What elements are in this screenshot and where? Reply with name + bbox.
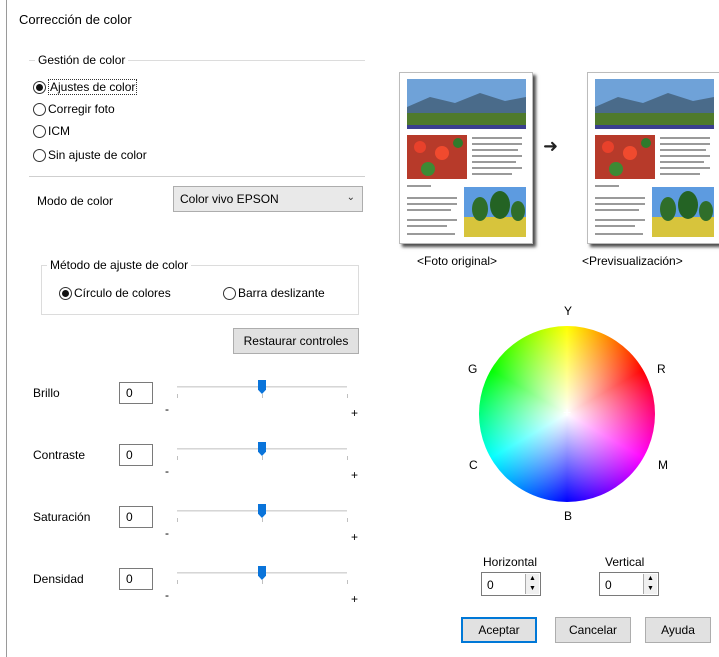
- slider-tick: [262, 580, 263, 584]
- wheel-label-g: G: [468, 362, 478, 376]
- slider-label: Brillo: [33, 386, 60, 400]
- original-photo-label: <Foto original>: [417, 254, 498, 268]
- slider-label: Densidad: [33, 572, 84, 586]
- vertical-label: Vertical: [605, 555, 645, 569]
- slider-tick: [347, 580, 348, 584]
- slider-min-label: -: [165, 402, 169, 416]
- slider-min-label: -: [165, 464, 169, 478]
- color-management-label: Gestión de color: [35, 53, 129, 67]
- radio-slide-bar[interactable]: Barra deslizante: [223, 284, 325, 302]
- slider-value-input[interactable]: 0: [119, 444, 153, 466]
- wheel-label-b: B: [564, 509, 573, 523]
- slider-tick: [177, 518, 178, 522]
- radio-dot: [59, 286, 72, 300]
- horizontal-spinner[interactable]: 0 ▲ ▼: [481, 572, 541, 596]
- slider-thumb[interactable]: [258, 566, 266, 580]
- arrow-right-icon: ➜: [543, 136, 559, 156]
- slider-max-label: +: [351, 530, 359, 544]
- slider-tick: [262, 518, 263, 522]
- radio-dot: [33, 124, 46, 138]
- slider-thumb[interactable]: [258, 504, 266, 518]
- radio-label: Círculo de colores: [74, 286, 171, 300]
- radio-color-circle[interactable]: Círculo de colores: [59, 284, 171, 302]
- slider-tick: [262, 394, 263, 398]
- slider-thumb[interactable]: [258, 442, 266, 456]
- adjust-method-label: Método de ajuste de color: [47, 258, 192, 272]
- slider-min-label: -: [165, 588, 169, 602]
- radio-label: Ajustes de color: [48, 79, 138, 95]
- wheel-label-c: C: [469, 458, 478, 472]
- slider-tick: [347, 456, 348, 460]
- slider-value-input[interactable]: 0: [119, 568, 153, 590]
- slider-tick: [177, 580, 178, 584]
- slider-max-label: +: [351, 468, 359, 482]
- radio-label: Corregir foto: [48, 102, 115, 116]
- accept-button[interactable]: Aceptar: [461, 617, 537, 643]
- color-mode-value: Color vivo EPSON: [180, 192, 279, 206]
- preview-label: <Previsualización>: [582, 254, 683, 268]
- spinner-arrows-icon[interactable]: ▲ ▼: [643, 574, 657, 594]
- vertical-value: 0: [605, 578, 612, 592]
- horizontal-value: 0: [487, 578, 494, 592]
- wheel-label-y: Y: [564, 304, 573, 318]
- radio-dot: [33, 80, 46, 94]
- slider-label: Contraste: [33, 448, 86, 462]
- wheel-label-r: R: [657, 362, 666, 376]
- help-button[interactable]: Ayuda: [645, 617, 711, 643]
- chevron-down-icon: ⌄: [346, 192, 355, 203]
- slider-value-input[interactable]: 0: [119, 506, 153, 528]
- cancel-button[interactable]: Cancelar: [555, 617, 631, 643]
- page-thumbnail: [407, 79, 526, 237]
- vertical-spinner[interactable]: 0 ▲ ▼: [599, 572, 659, 596]
- radio-label: Barra deslizante: [238, 286, 325, 300]
- page-thumbnail: [595, 79, 714, 237]
- slider-max-label: +: [351, 406, 359, 420]
- slider-tick: [347, 518, 348, 522]
- radio-no-color-adjust[interactable]: Sin ajuste de color: [33, 146, 147, 164]
- reset-controls-button[interactable]: Restaurar controles: [233, 328, 359, 354]
- radio-icm[interactable]: ICM: [33, 122, 70, 140]
- radio-dot: [33, 102, 46, 116]
- radio-label: Sin ajuste de color: [48, 148, 147, 162]
- radio-correct-photo[interactable]: Corregir foto: [33, 100, 115, 118]
- preview-thumbnail: [587, 72, 719, 244]
- slider-min-label: -: [165, 526, 169, 540]
- original-photo-preview: [399, 72, 533, 244]
- radio-label: ICM: [48, 124, 70, 138]
- slider-tick: [347, 394, 348, 398]
- slider-max-label: +: [351, 592, 359, 606]
- wheel-center-cross: +: [563, 404, 572, 420]
- divider: [29, 176, 365, 177]
- window-title: Corrección de color: [19, 12, 132, 27]
- spinner-arrows-icon[interactable]: ▲ ▼: [525, 574, 539, 594]
- color-mode-label: Modo de color: [37, 194, 114, 208]
- slider-value-input[interactable]: 0: [119, 382, 153, 404]
- radio-color-settings[interactable]: Ajustes de color: [33, 78, 138, 96]
- color-correction-dialog: Corrección de color Gestión de color Aju…: [6, 0, 719, 657]
- wheel-label-m: M: [658, 458, 668, 472]
- slider-thumb[interactable]: [258, 380, 266, 394]
- radio-dot: [33, 148, 46, 162]
- radio-dot: [223, 286, 236, 300]
- slider-label: Saturación: [33, 510, 91, 524]
- color-mode-select[interactable]: Color vivo EPSON ⌄: [173, 186, 363, 212]
- slider-tick: [177, 456, 178, 460]
- slider-tick: [262, 456, 263, 460]
- horizontal-label: Horizontal: [483, 555, 538, 569]
- title-bar[interactable]: Corrección de color: [7, 0, 717, 40]
- slider-tick: [177, 394, 178, 398]
